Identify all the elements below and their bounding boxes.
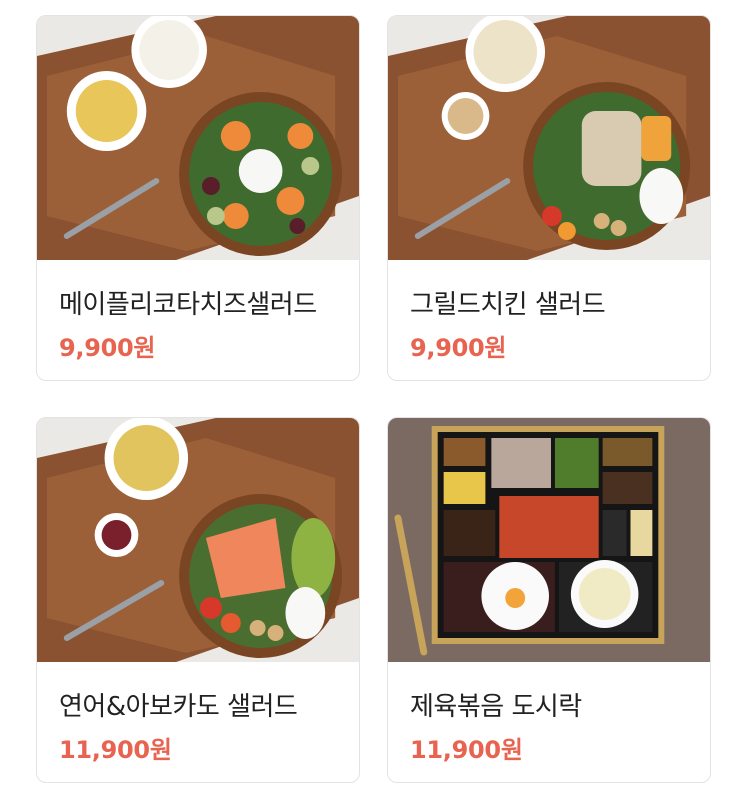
product-image[interactable] (388, 418, 710, 662)
product-name[interactable]: 메이플리코타치즈샐러드 (59, 284, 349, 321)
product-image[interactable] (37, 418, 359, 662)
product-price: 9,900원 (410, 334, 507, 362)
product-card[interactable]: 제육볶음 도시락 11,900원 (387, 417, 711, 783)
product-name[interactable]: 제육볶음 도시락 (410, 686, 700, 723)
product-name[interactable]: 연어&아보카도 샐러드 (59, 686, 349, 723)
product-price: 11,900원 (410, 736, 523, 764)
product-price: 11,900원 (59, 736, 172, 764)
product-name[interactable]: 그릴드치킨 샐러드 (410, 284, 700, 321)
product-card[interactable]: 메이플리코타치즈샐러드 9,900원 (36, 15, 360, 381)
product-card[interactable]: 연어&아보카도 샐러드 11,900원 (36, 417, 360, 783)
product-card[interactable]: 그릴드치킨 샐러드 9,900원 (387, 15, 711, 381)
product-price: 9,900원 (59, 334, 156, 362)
product-image[interactable] (37, 16, 359, 260)
product-image[interactable] (388, 16, 710, 260)
